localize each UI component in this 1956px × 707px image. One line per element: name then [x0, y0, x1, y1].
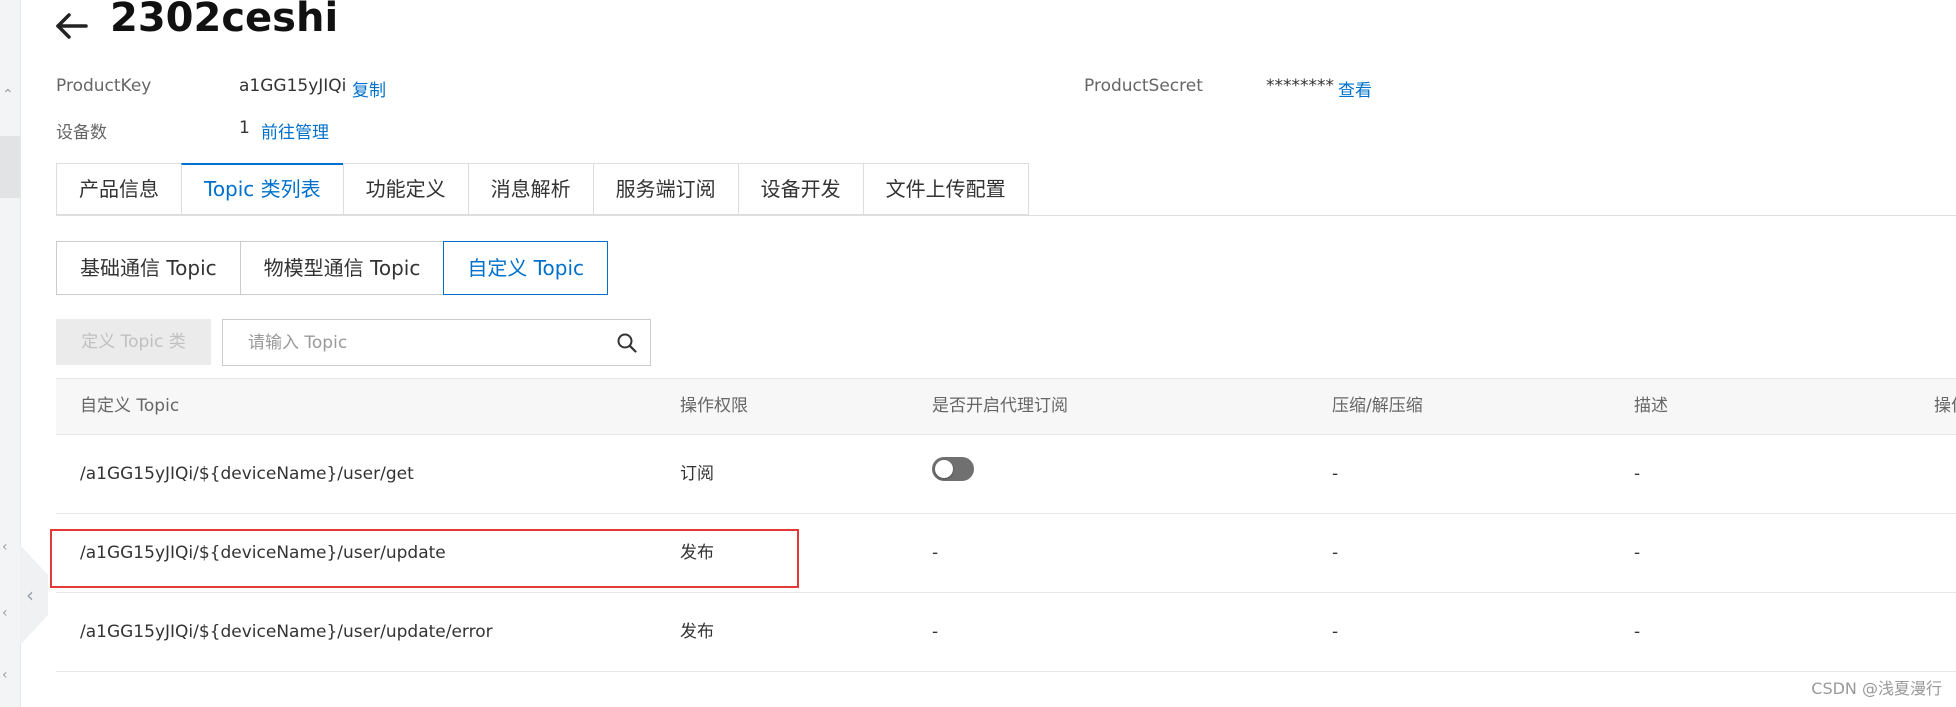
define-topic-button[interactable]: 定义 Topic 类 [56, 319, 211, 365]
compression-cell: - [1332, 464, 1339, 484]
watermark: CSDN @浅夏漫行 [1811, 679, 1942, 698]
tab-product-info[interactable]: 产品信息 [56, 163, 181, 215]
chevron-small-icon: ‹ [2, 539, 8, 555]
chevron-small-icon: ‹ [2, 667, 8, 683]
chevron-up-icon: ⌃ [2, 87, 14, 103]
device-count-label: 设备数 [56, 123, 107, 143]
view-product-secret-link[interactable]: 查看 [1338, 76, 1372, 101]
description-cell: - [1634, 464, 1641, 484]
compression-cell: - [1332, 543, 1339, 563]
sidebar-collapse-handle[interactable]: ‹ [20, 545, 48, 645]
custom-topic-table: 自定义 Topic 操作权限 是否开启代理订阅 压缩/解压缩 描述 操作 /a1… [56, 378, 1956, 672]
product-secret-value: ******** [1266, 76, 1334, 96]
page-title: 2302ceshi [110, 0, 339, 41]
permission-cell: 发布 [680, 543, 714, 563]
topic-cell: /a1GG15yJIQi/${deviceName}/user/get [80, 464, 414, 484]
tab-function-definition[interactable]: 功能定义 [342, 163, 468, 215]
subtab-custom-topic[interactable]: 自定义 Topic [443, 241, 609, 295]
toggle-knob [935, 460, 953, 478]
proxy-subscription-cell: - [932, 543, 939, 563]
search-icon[interactable] [616, 332, 638, 354]
column-header-description: 描述 [1634, 396, 1668, 416]
topic-cell: /a1GG15yJIQi/${deviceName}/user/update/e… [80, 622, 493, 642]
topic-type-tabs: 基础通信 Topic 物模型通信 Topic 自定义 Topic [56, 241, 609, 295]
tab-server-subscription[interactable]: 服务端订阅 [592, 163, 738, 215]
proxy-subscription-toggle[interactable] [932, 457, 974, 481]
tab-file-upload-config[interactable]: 文件上传配置 [862, 163, 1029, 215]
product-tabs: 产品信息 Topic 类列表 功能定义 消息解析 服务端订阅 设备开发 文件上传… [56, 163, 1029, 215]
subtab-basic-topic[interactable]: 基础通信 Topic [56, 241, 240, 295]
tabs-divider [56, 215, 1956, 216]
left-nav-active-indicator [0, 136, 20, 198]
column-header-proxy-subscription: 是否开启代理订阅 [932, 396, 1068, 416]
description-cell: - [1634, 622, 1641, 642]
compression-cell: - [1332, 622, 1339, 642]
permission-cell: 发布 [680, 622, 714, 642]
device-count-value: 1 [239, 118, 250, 138]
left-nav-gutter: ⌃ ‹ ‹ ‹ [0, 0, 21, 707]
product-key-label: ProductKey [56, 76, 152, 96]
table-row: /a1GG15yJIQi/${deviceName}/user/update 发… [56, 514, 1956, 593]
tab-topic-list[interactable]: Topic 类列表 [181, 163, 343, 215]
chevron-left-icon: ‹ [26, 583, 34, 607]
tab-message-parsing[interactable]: 消息解析 [467, 163, 593, 215]
column-header-compression: 压缩/解压缩 [1332, 396, 1423, 416]
chevron-small-icon: ‹ [2, 605, 8, 621]
tab-device-development[interactable]: 设备开发 [737, 163, 863, 215]
manage-devices-link[interactable]: 前往管理 [261, 118, 329, 143]
product-secret-label: ProductSecret [1084, 76, 1203, 96]
topic-search-box [222, 319, 651, 366]
back-arrow-icon[interactable] [52, 6, 92, 46]
copy-product-key-link[interactable]: 复制 [352, 76, 386, 101]
permission-cell: 订阅 [680, 464, 714, 484]
topic-search-input[interactable] [223, 320, 603, 365]
subtab-thing-model-topic[interactable]: 物模型通信 Topic [239, 241, 444, 295]
table-header: 自定义 Topic 操作权限 是否开启代理订阅 压缩/解压缩 描述 操作 [56, 378, 1956, 435]
topic-cell: /a1GG15yJIQi/${deviceName}/user/update [80, 543, 446, 563]
proxy-subscription-cell: - [932, 622, 939, 642]
column-header-permission: 操作权限 [680, 396, 748, 416]
description-cell: - [1634, 543, 1641, 563]
table-row: /a1GG15yJIQi/${deviceName}/user/update/e… [56, 593, 1956, 672]
column-header-topic: 自定义 Topic [80, 396, 180, 416]
product-key-value: a1GG15yJIQi [239, 76, 347, 96]
column-header-actions: 操作 [1934, 396, 1956, 416]
table-row: /a1GG15yJIQi/${deviceName}/user/get 订阅 -… [56, 435, 1956, 514]
